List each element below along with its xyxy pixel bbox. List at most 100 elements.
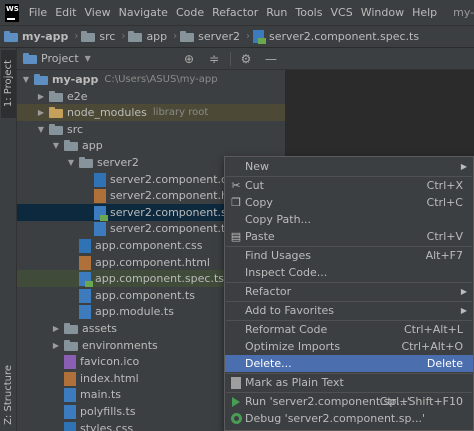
context-menu-item-copy-path[interactable]: Copy Path... [225, 211, 473, 228]
tree-item-app[interactable]: ▼ app [17, 137, 285, 154]
tree-item-label: index.html [80, 372, 139, 385]
menu-code[interactable]: Code [172, 0, 208, 25]
webstorm-logo-icon: WS [5, 3, 19, 22]
breadcrumb-item-server2-component-spec-ts[interactable]: server2.component.spec.ts [252, 30, 419, 44]
collapse-all-icon[interactable]: ≑ [204, 49, 224, 69]
editor-tab-bar [285, 48, 474, 70]
tree-item-e2e[interactable]: ▶ e2e [17, 88, 285, 105]
tab-project[interactable]: 1: Project [1, 50, 16, 118]
chevron-down-icon[interactable]: ▼ [66, 158, 76, 168]
menu-item-shortcut: Ctrl+Alt+O [401, 340, 463, 353]
folder-icon [81, 31, 96, 42]
folder-icon [4, 31, 18, 42]
menu-item-label: Inspect Code... [245, 266, 328, 279]
css-file-icon [64, 421, 76, 431]
menu-edit[interactable]: Edit [51, 0, 80, 25]
tree-item-label: my-app [52, 73, 99, 86]
context-menu-item-run-server2-component-sp[interactable]: Run 'server2.component.sp...' Ctrl+Shift+… [225, 393, 473, 410]
menu-file[interactable]: File [25, 0, 51, 25]
html-file-icon [94, 188, 106, 203]
tree-item-label: polyfills.ts [80, 405, 136, 418]
menu-vcs[interactable]: VCS [326, 0, 356, 25]
ts-file-icon [79, 288, 91, 303]
hide-panel-icon[interactable]: — [261, 49, 281, 69]
library-folder-icon [49, 107, 63, 118]
menu-item-label: Delete... [245, 357, 292, 370]
locate-target-icon[interactable]: ⊕ [179, 49, 199, 69]
plain-text-icon [229, 376, 243, 390]
breadcrumb-item-src[interactable]: src [81, 30, 115, 43]
chevron-down-icon[interactable]: ▼ [51, 141, 61, 151]
folder-icon [180, 31, 195, 42]
debug-icon [229, 412, 243, 426]
breadcrumb-item-server2[interactable]: server2 [180, 30, 240, 43]
plain-text-shape [231, 376, 241, 389]
tab-structure[interactable]: Z: Structure [1, 360, 16, 430]
context-menu-item-inspect-code[interactable]: Inspect Code... [225, 264, 473, 281]
menu-navigate[interactable]: Navigate [115, 0, 172, 25]
folder-icon [64, 323, 78, 334]
context-menu-item-copy[interactable]: ❐ Copy Ctrl+C [225, 194, 473, 211]
menu-tools[interactable]: Tools [291, 0, 326, 25]
menu-help[interactable]: Help [408, 0, 441, 25]
chevron-right-icon[interactable]: ▶ [51, 324, 61, 334]
context-menu-item-add-to-favorites[interactable]: Add to Favorites ▶ [225, 302, 473, 319]
context-menu-item-cut[interactable]: ✂ Cut Ctrl+X [225, 177, 473, 194]
tree-item-label: app.component.html [95, 256, 210, 269]
context-menu-item-find-usages[interactable]: Find Usages Alt+F7 [225, 247, 473, 264]
submenu-arrow-icon: ▶ [460, 306, 467, 315]
folder-icon [64, 340, 78, 351]
ts-file-icon [79, 304, 91, 319]
ts-file-icon [64, 404, 76, 419]
menu-item-label: Paste [245, 230, 275, 243]
chevron-right-icon[interactable]: ▶ [51, 341, 61, 351]
gear-icon[interactable]: ⚙ [236, 49, 256, 69]
tree-item-label: app.component.ts [95, 289, 195, 302]
menu-item-shortcut: Ctrl+V [426, 230, 463, 243]
tree-item-label: server2 [97, 156, 139, 169]
tree-item-src[interactable]: ▼ src [17, 121, 285, 138]
tree-item-label: app.component.spec.ts [95, 272, 224, 285]
menu-window[interactable]: Window [357, 0, 408, 25]
project-folder-icon [34, 74, 48, 85]
tree-item-label: app [82, 139, 103, 152]
context-menu-item-reformat-code[interactable]: Reformat Code Ctrl+Alt+L [225, 321, 473, 338]
menu-view[interactable]: View [81, 0, 115, 25]
menu-item-shortcut: Ctrl+Alt+L [403, 323, 463, 336]
tree-item-hint: library root [152, 107, 209, 118]
tree-item-node-modules[interactable]: ▶ node_modules library root [17, 104, 285, 121]
tree-item-label: main.ts [80, 388, 122, 401]
context-menu-item-delete[interactable]: Delete... Delete [225, 355, 473, 372]
ico-file-icon [64, 354, 76, 369]
context-menu-item-refactor[interactable]: Refactor ▶ [225, 283, 473, 300]
html-file-icon [64, 371, 76, 386]
tree-item-my-app[interactable]: ▼ my-app C:\Users\ASUS\my-app [17, 71, 285, 88]
chevron-right-icon[interactable]: ▶ [36, 108, 46, 118]
menu-item-label: Mark as Plain Text [245, 376, 344, 389]
context-menu-item-optimize-imports[interactable]: Optimize Imports Ctrl+Alt+O [225, 338, 473, 355]
context-menu-item-new[interactable]: New ▶ [225, 158, 473, 175]
chevron-down-icon[interactable]: ▼ [36, 125, 46, 135]
breadcrumb-item-app[interactable]: app [128, 30, 167, 43]
ts-file-icon [94, 221, 106, 236]
context-menu-item-debug-server2-component-sp[interactable]: Debug 'server2.component.sp...' [225, 410, 473, 427]
chevron-down-icon[interactable]: ▼ [21, 75, 31, 85]
breadcrumb-item-my-app[interactable]: my-app [4, 30, 68, 43]
context-menu-item-paste[interactable]: ▤ Paste Ctrl+V [225, 228, 473, 245]
run-icon [229, 395, 243, 409]
tree-item-label: server2.component.css [110, 173, 239, 186]
chevron-right-icon[interactable]: ▶ [36, 92, 46, 102]
menu-run[interactable]: Run [262, 0, 291, 25]
context-menu-item-mark-as-plain-text[interactable]: Mark as Plain Text [225, 374, 473, 391]
menu-item-shortcut: Ctrl+X [426, 179, 463, 192]
menu-refactor[interactable]: Refactor [208, 0, 262, 25]
project-view-selector[interactable]: Project ▼ [17, 48, 91, 70]
menu-item-label: Debug 'server2.component.sp...' [245, 412, 425, 425]
breadcrumb: my-app › src › app › server2 › server2.component… [0, 25, 474, 48]
